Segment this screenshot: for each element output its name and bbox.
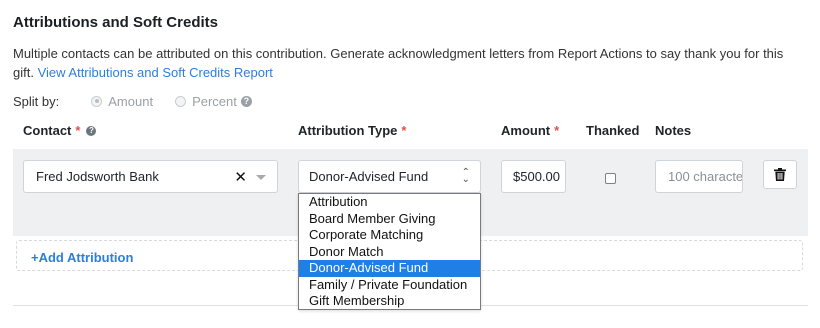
split-percent-label: Percent [192,93,237,109]
header-attribution-type-label: Attribution Type [298,123,398,138]
chevron-down-icon[interactable] [256,175,266,180]
add-attribution-button[interactable]: +Add Attribution [31,250,133,265]
dropdown-option[interactable]: Attribution [299,194,480,211]
header-contact-label: Contact [23,123,72,138]
header-thanked: Thanked [586,123,639,138]
dropdown-option-selected[interactable]: Donor-Advised Fund [299,260,480,277]
section-description: Multiple contacts can be attributed on t… [13,44,803,82]
split-amount-radio[interactable] [91,95,103,107]
notes-input[interactable]: 100 characters [655,160,743,193]
header-contact: Contact * ? [23,123,97,138]
split-by-label: Split by: [13,93,60,109]
header-notes: Notes [655,123,691,138]
dropdown-option[interactable]: Corporate Matching [299,227,480,244]
contact-select[interactable]: Fred Jodsworth Bank ✕ [23,160,278,193]
section-title: Attributions and Soft Credits [13,14,218,31]
header-amount: Amount * [501,123,559,138]
dropdown-option[interactable]: Gift Membership [299,293,480,310]
trash-icon [774,168,786,181]
required-mark: * [401,123,407,138]
split-percent-radio[interactable] [175,95,187,107]
dropdown-option[interactable]: Donor Match [299,244,480,261]
amount-input[interactable]: $500.00 [501,160,566,193]
attribution-type-dropdown[interactable]: Attribution Board Member Giving Corporat… [298,193,481,310]
required-mark: * [75,123,81,138]
split-amount-label: Amount [108,93,154,109]
attribution-type-value: Donor-Advised Fund [309,169,429,184]
contact-value: Fred Jodsworth Bank [36,169,159,184]
header-notes-label: Notes [655,123,692,138]
dropdown-option[interactable]: Family / Private Foundation [299,277,480,294]
report-link[interactable]: View Attributions and Soft Credits Repor… [38,65,273,80]
question-circle-icon[interactable]: ? [86,125,97,136]
header-thanked-label: Thanked [586,123,640,138]
attribution-type-select[interactable]: Donor-Advised Fund ⌃ ⌄ [298,160,481,193]
required-mark: * [554,123,560,138]
clear-x-icon[interactable]: ✕ [234,168,247,186]
thanked-checkbox[interactable] [605,173,616,184]
updown-arrows-icon: ⌃ ⌄ [461,167,470,185]
question-circle-icon[interactable]: ? [240,95,252,107]
header-amount-label: Amount [501,123,551,138]
dropdown-option[interactable]: Board Member Giving [299,211,480,228]
delete-button[interactable] [763,160,797,189]
header-attribution-type: Attribution Type * [298,123,406,138]
split-by-row: Split by: Amount Percent ? [13,93,252,109]
